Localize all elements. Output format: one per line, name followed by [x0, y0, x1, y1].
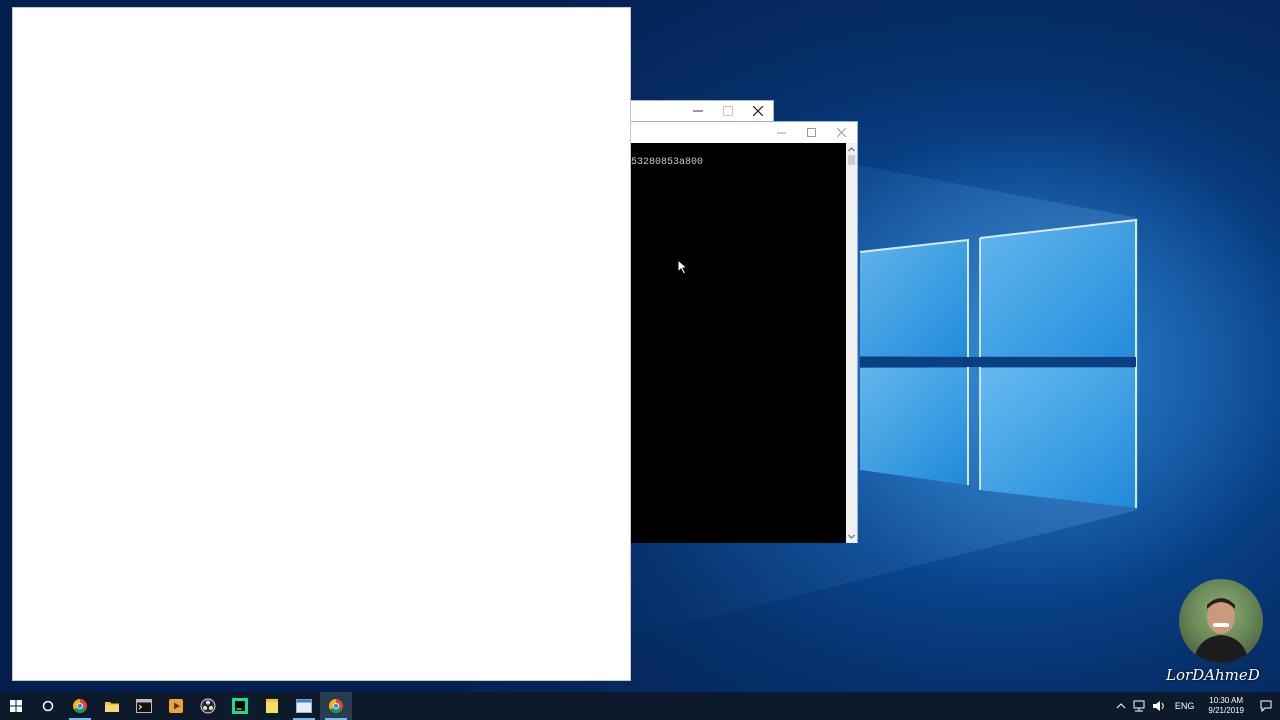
maximize-icon [807, 127, 816, 137]
chrome-icon [73, 699, 87, 713]
minimize-icon [777, 132, 786, 133]
cortana-circle-icon [42, 700, 54, 712]
blank-app-window[interactable] [12, 7, 631, 681]
taskbar-pycharm[interactable] [224, 692, 256, 720]
taskbar-command-prompt[interactable] [128, 692, 160, 720]
minimize-button[interactable] [683, 101, 713, 121]
scroll-thumb[interactable] [848, 155, 855, 165]
tray-language-button[interactable]: ENG [1169, 692, 1201, 720]
terminal-icon [136, 699, 152, 713]
console-window[interactable]: 53280853a800 [631, 121, 858, 543]
sticky-notes-icon [266, 699, 278, 713]
folder-icon [105, 702, 119, 712]
obs-icon [200, 698, 216, 714]
cortana-search-button[interactable] [32, 692, 64, 720]
console-close-button[interactable] [827, 122, 857, 143]
taskbar-sticky-notes[interactable] [256, 692, 288, 720]
close-button[interactable] [743, 101, 773, 121]
console-output-area[interactable]: 53280853a800 [631, 143, 846, 543]
start-button[interactable] [0, 692, 32, 720]
console-scrollbar[interactable] [846, 143, 857, 543]
tray-clock[interactable]: 10:30 AM 9/21/2019 [1200, 696, 1252, 716]
avatar [1179, 579, 1263, 663]
minimize-icon [693, 110, 703, 112]
scroll-down-arrow-icon[interactable] [847, 532, 856, 541]
tray-volume-button[interactable] [1149, 692, 1169, 720]
mouse-cursor-icon [677, 259, 689, 275]
windows-start-icon [10, 700, 22, 712]
taskbar-chrome[interactable] [64, 692, 96, 720]
chrome-icon [329, 699, 343, 713]
scroll-up-arrow-icon[interactable] [847, 145, 856, 154]
action-center-button[interactable] [1252, 692, 1280, 720]
tray-network-button[interactable] [1129, 692, 1149, 720]
avatar-portrait [1193, 598, 1249, 663]
console-minimize-button[interactable] [767, 122, 797, 143]
chevron-up-icon [1116, 703, 1126, 709]
background-window-titlebar[interactable] [631, 100, 774, 122]
close-icon [753, 106, 763, 116]
watermark-name: LorDAhmeD [1166, 666, 1260, 684]
tray-overflow-button[interactable] [1113, 692, 1129, 720]
speaker-icon [1152, 701, 1164, 711]
console-output-line: 53280853a800 [631, 157, 704, 168]
taskbar-media-player[interactable] [160, 692, 192, 720]
close-icon [837, 127, 847, 137]
clock-date: 9/21/2019 [1208, 706, 1244, 715]
taskbar-chrome-active[interactable] [320, 692, 352, 720]
pycharm-icon [232, 698, 248, 714]
network-icon [1133, 700, 1145, 712]
notification-icon [1260, 700, 1272, 712]
console-maximize-button[interactable] [797, 122, 827, 143]
window-app-icon [296, 699, 312, 713]
taskbar-console-app[interactable] [288, 692, 320, 720]
maximize-icon [723, 106, 733, 116]
console-titlebar[interactable] [631, 122, 857, 143]
taskbar: ENG 10:30 AM 9/21/2019 [0, 692, 1280, 720]
clock-time: 10:30 AM [1209, 696, 1244, 705]
media-player-icon [169, 699, 183, 713]
taskbar-file-explorer[interactable] [96, 692, 128, 720]
system-tray: ENG 10:30 AM 9/21/2019 [1113, 692, 1280, 720]
maximize-button[interactable] [713, 101, 743, 121]
taskbar-obs[interactable] [192, 692, 224, 720]
